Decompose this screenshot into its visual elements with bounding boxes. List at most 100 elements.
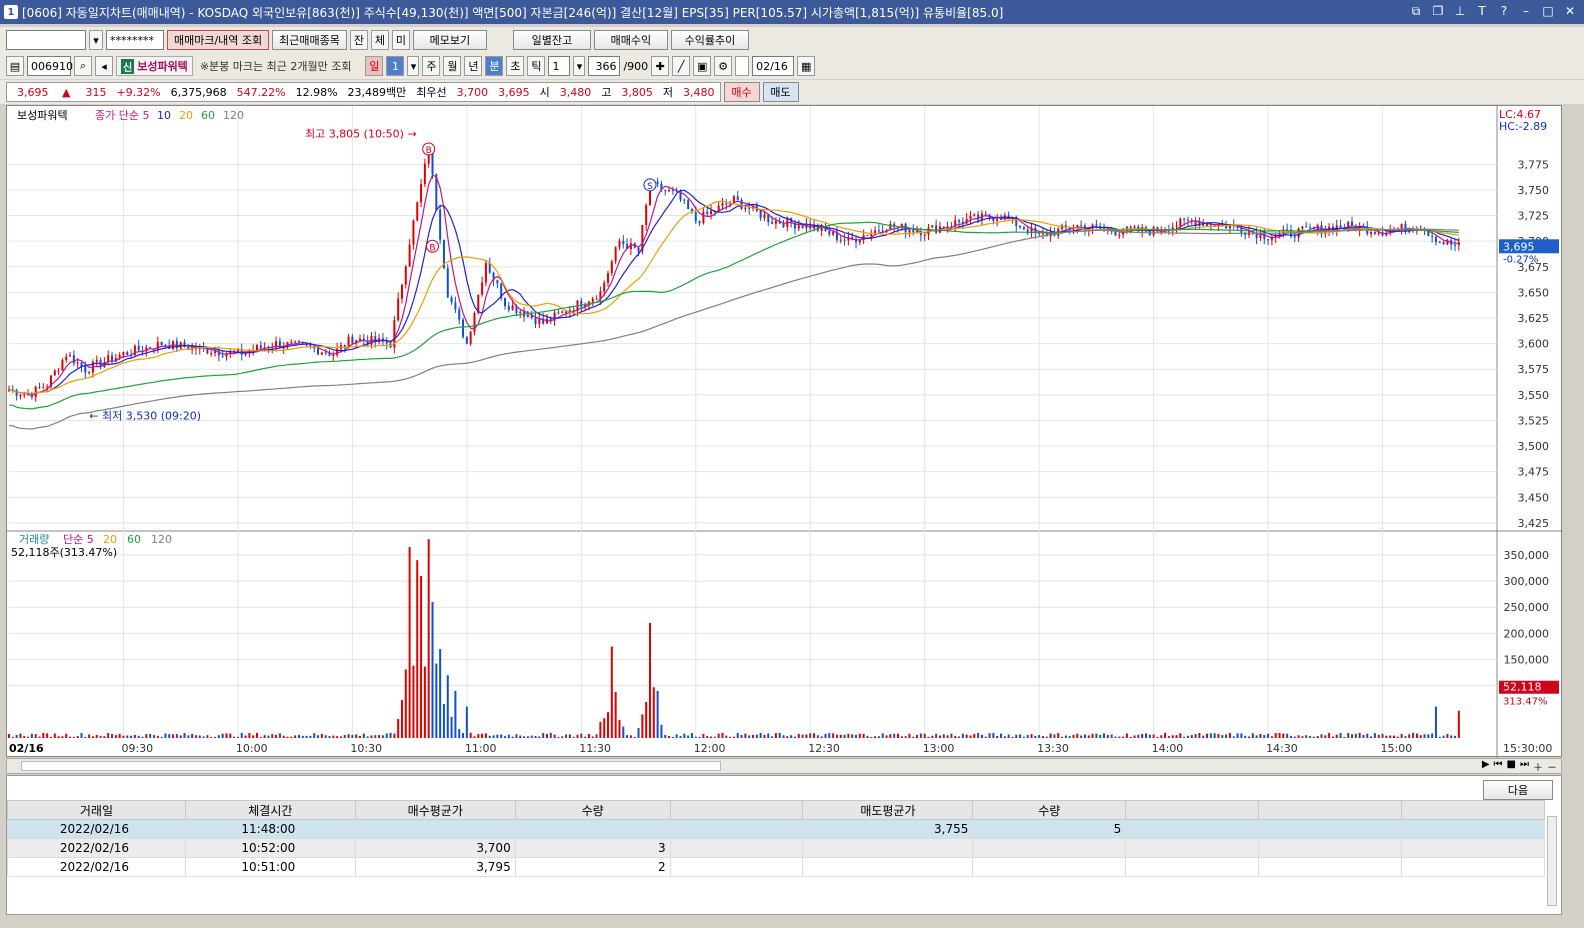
recent-trades-button[interactable]: 최근매매종목 [272, 30, 347, 50]
interval-input[interactable]: 1 [548, 56, 571, 76]
table-row[interactable]: 2022/02/16 11:48:00 3,755 5 [7, 819, 1545, 839]
high-label: 고 [601, 86, 612, 99]
memo-button[interactable]: 메모보기 [412, 30, 487, 50]
table-scrollbar[interactable] [1547, 816, 1557, 906]
account-dropdown-icon[interactable]: ▾ [89, 30, 103, 50]
volume-bar [668, 735, 671, 738]
interval-dropdown-icon[interactable]: ▾ [573, 56, 586, 76]
zoom-out-icon[interactable]: － [1547, 759, 1557, 774]
period-second[interactable]: 초 [506, 56, 525, 76]
minimize-icon[interactable]: – [1518, 3, 1534, 19]
chart-scrollbar[interactable]: ▶ ⏮ ■ ⏭ ＋ － [6, 758, 1562, 774]
help-icon[interactable]: ? [1496, 3, 1512, 19]
candle-body [526, 315, 529, 317]
bid-price: 3,695 [498, 85, 530, 99]
trade-profit-button[interactable]: 매매수익 [593, 30, 668, 50]
play-icon[interactable]: ▶ [1482, 759, 1490, 774]
y-tick-label: 3,775 [1518, 158, 1550, 171]
volume-bar [912, 736, 915, 738]
candle-body [874, 230, 877, 233]
calendar-icon[interactable]: ▦ [797, 56, 816, 76]
balance-button[interactable]: 잔 [349, 30, 368, 50]
volume-bar [1194, 734, 1197, 738]
table-cell: 3 [514, 838, 671, 858]
period-year[interactable]: 년 [464, 56, 483, 76]
volume-bar [305, 735, 308, 738]
speaker-icon[interactable]: ◂ [95, 56, 113, 76]
unfilled-button[interactable]: 미 [391, 30, 410, 50]
daily-balance-button[interactable]: 일별잔고 [512, 30, 591, 50]
volume-bar [198, 735, 201, 738]
period-multiplier[interactable]: 1 [386, 56, 405, 76]
volume-bar [511, 736, 514, 738]
rewind-icon[interactable]: ⏮ [1494, 759, 1503, 774]
forward-icon[interactable]: ⏭ [1520, 759, 1529, 774]
period-week[interactable]: 주 [422, 56, 441, 76]
price-volume-chart[interactable]: 3,425 3,450 3,475 3,500 3,525 3,550 3,575 3,600… [7, 106, 1563, 758]
chart-menu-icon[interactable]: ▤ [6, 56, 24, 76]
next-button[interactable]: 다음 [1483, 780, 1553, 800]
buy-button[interactable]: 매수 [723, 82, 760, 102]
stock-code-input[interactable]: 006910 [27, 56, 73, 76]
volume-bar [1110, 734, 1113, 738]
search-icon[interactable]: ⌕ [74, 56, 92, 76]
order-label: 최우선 [416, 86, 447, 99]
volume-bar [542, 733, 545, 738]
candle-body [519, 311, 522, 314]
volume-bar [1133, 735, 1136, 738]
account-input[interactable] [6, 30, 86, 50]
close-icon[interactable]: ✕ [1562, 3, 1578, 19]
volume-bar [931, 735, 934, 738]
volume-bar [328, 736, 331, 738]
volume-bar [194, 735, 197, 738]
volume-bar [526, 736, 529, 738]
sell-button[interactable]: 매도 [762, 82, 799, 102]
candle-body [1438, 242, 1441, 244]
volume-bar [549, 732, 552, 738]
font-icon[interactable]: T [1474, 3, 1490, 19]
crosshair-icon[interactable]: ✚ [651, 56, 670, 76]
table-cell [354, 819, 516, 839]
candle-body [801, 225, 804, 229]
volume-bar [778, 732, 781, 738]
volume-bar [1221, 735, 1224, 738]
volume-bar [267, 735, 270, 738]
volume-bar [107, 733, 110, 738]
volume-bar [1259, 733, 1262, 738]
table-row[interactable]: 2022/02/16 10:52:00 3,700 3 [7, 838, 1545, 858]
period-dropdown-icon[interactable]: ▾ [407, 56, 420, 76]
credit-badge: 신 [121, 58, 135, 74]
executed-button[interactable]: 체 [370, 30, 389, 50]
date-input[interactable]: 02/16 [752, 56, 795, 76]
period-day[interactable]: 일 [365, 56, 384, 76]
pin-icon[interactable]: ⊥ [1452, 3, 1468, 19]
volume-bar [969, 735, 972, 738]
yield-trend-button[interactable]: 수익률추이 [670, 30, 749, 50]
password-input[interactable]: ******** [106, 30, 164, 50]
period-minute[interactable]: 분 [485, 56, 504, 76]
volume-bar [1347, 733, 1350, 738]
candle-body [931, 225, 934, 228]
period-tick[interactable]: 틱 [527, 56, 546, 76]
table-row[interactable]: 2022/02/16 10:51:00 3,795 2 [7, 857, 1545, 877]
scroll-thumb[interactable] [21, 761, 721, 771]
stop-icon[interactable]: ■ [1507, 759, 1516, 774]
draw-icon[interactable]: ╱ [672, 56, 691, 76]
candle-body [1019, 226, 1022, 228]
zoom-in-icon[interactable]: ＋ [1533, 759, 1543, 774]
maximize-icon[interactable]: □ [1540, 3, 1556, 19]
date-checkbox[interactable] [735, 56, 750, 76]
link-icon[interactable]: ⧉ [1408, 3, 1424, 19]
buy-marker-label: B [426, 146, 432, 156]
volume-bar [935, 733, 938, 738]
save-icon[interactable]: ▣ [693, 56, 712, 76]
candle-body [1183, 218, 1186, 220]
mark-query-button[interactable]: 매매마크/내역 조회 [167, 30, 270, 50]
gear-icon[interactable]: ⚙ [714, 56, 733, 76]
period-month[interactable]: 월 [443, 56, 462, 76]
chart-area[interactable]: 3,425 3,450 3,475 3,500 3,525 3,550 3,575 3,600… [6, 105, 1563, 758]
bar-count-input[interactable]: 366 [588, 56, 621, 76]
candle-body [88, 372, 91, 374]
copy-icon[interactable]: ❐ [1430, 3, 1446, 19]
table-cell: 2 [514, 857, 671, 877]
